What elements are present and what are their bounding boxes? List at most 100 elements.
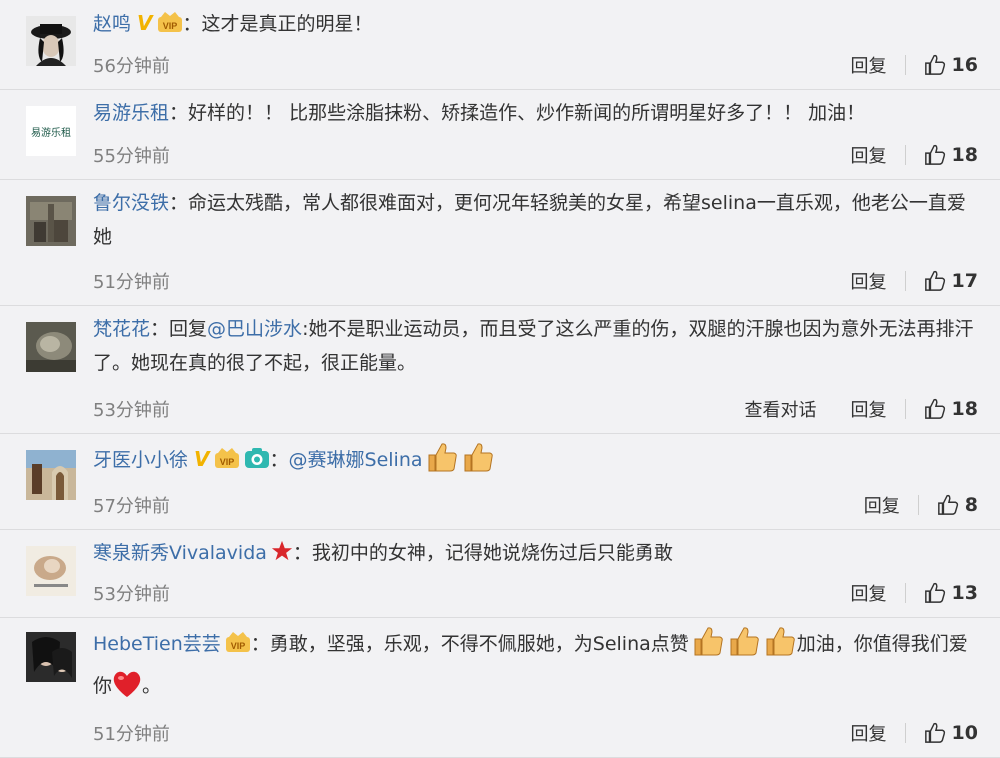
vip-crown-icon: VIP — [157, 10, 183, 44]
comment-item: 牙医小小徐 V VIP ：@赛琳娜Selina 57分钟前 回复 8 — [0, 434, 1000, 530]
like-count: 13 — [951, 582, 978, 604]
timestamp: 53分钟前 — [93, 400, 170, 421]
reply-button[interactable]: 回复 — [851, 396, 887, 422]
comment-text: 我初中的女神，记得她说烧伤过后只能勇敢 — [311, 542, 673, 564]
thumbs-up-icon — [924, 144, 952, 166]
like-button[interactable]: 16 — [924, 54, 978, 76]
thumbs-up-icon — [937, 494, 965, 516]
like-count: 17 — [951, 270, 978, 292]
comment-item: 鲁尔没铁：命运太残酷，常人都很难面对，更何况年轻貌美的女星，希望selina一直… — [0, 180, 1000, 306]
thumbs-up-icon — [924, 582, 952, 604]
divider — [904, 583, 906, 603]
avatar[interactable] — [26, 632, 76, 682]
avatar[interactable] — [26, 450, 76, 500]
reply-button[interactable]: 回复 — [851, 580, 887, 606]
divider — [904, 145, 906, 165]
timestamp: 57分钟前 — [93, 496, 170, 517]
timestamp: 51分钟前 — [93, 724, 170, 745]
avatar[interactable] — [26, 16, 76, 66]
comment-item: 易游乐租 易游乐租：好样的！！ 比那些涂脂抹粉、矫揉造作、炒作新闻的所谓明星好多了… — [0, 90, 1000, 180]
divider — [917, 495, 919, 515]
like-count: 18 — [951, 398, 978, 420]
comment-text: 回复 — [169, 318, 208, 340]
comment-actions: 回复 16 — [817, 52, 978, 78]
comment-actions: 回复 17 — [817, 268, 978, 294]
avatar[interactable]: 易游乐租 — [26, 106, 76, 156]
username-link[interactable]: 易游乐租 — [93, 102, 169, 124]
comment-body: HebeTien芸芸 VIP ：勇敢，坚强，乐观，不得不佩服她，为Selina点赞加… — [93, 624, 978, 709]
username-link[interactable]: 赵鸣 — [93, 13, 131, 35]
divider — [904, 55, 906, 75]
avatar[interactable] — [26, 546, 76, 596]
thumbs-up-icon — [924, 398, 952, 420]
timestamp: 53分钟前 — [93, 584, 170, 605]
username-link[interactable]: 鲁尔没铁 — [93, 192, 169, 214]
reply-button[interactable]: 回复 — [851, 268, 887, 294]
username-link[interactable]: 牙医小小徐 — [93, 449, 188, 471]
avatar[interactable] — [26, 196, 76, 246]
reply-button[interactable]: 回复 — [851, 720, 887, 746]
thumbs-up-icon — [924, 54, 952, 76]
comment-body: 鲁尔没铁：命运太残酷，常人都很难面对，更何况年轻貌美的女星，希望selina一直… — [93, 186, 978, 254]
svg-text:VIP: VIP — [231, 641, 246, 651]
mention-link[interactable]: @赛琳娜Selina — [289, 449, 423, 471]
colon-separator: ： — [182, 13, 202, 35]
avatar-text: 易游乐租 — [31, 126, 71, 139]
like-count: 8 — [964, 494, 978, 516]
like-button[interactable]: 17 — [924, 270, 978, 292]
divider — [904, 723, 906, 743]
like-button[interactable]: 13 — [924, 582, 978, 604]
reply-button[interactable]: 回复 — [851, 142, 887, 168]
comment-body: 牙医小小徐 V VIP ：@赛琳娜Selina — [93, 440, 978, 485]
comment-actions: 回复 10 — [817, 720, 978, 746]
colon-separator: ： — [150, 318, 170, 340]
thumbs-up-emoji-icon — [727, 624, 761, 669]
divider — [904, 271, 906, 291]
comment-meta: 51分钟前 回复 17 — [93, 268, 978, 298]
colon-separator: ： — [269, 449, 289, 471]
reply-button[interactable]: 回复 — [864, 492, 900, 518]
camera-icon — [244, 446, 270, 480]
comment-meta: 53分钟前 查看对话 回复 18 — [93, 396, 978, 426]
comment-actions: 查看对话 回复 18 — [711, 396, 978, 422]
comment-actions: 回复 13 — [817, 580, 978, 606]
divider — [904, 399, 906, 419]
verified-v-icon: V — [194, 447, 210, 471]
view-conversation-link[interactable]: 查看对话 — [745, 396, 817, 422]
reply-button[interactable]: 回复 — [851, 52, 887, 78]
svg-text:VIP: VIP — [162, 21, 177, 31]
comment-body: 易游乐租：好样的！！ 比那些涂脂抹粉、矫揉造作、炒作新闻的所谓明星好多了！！ 加… — [93, 96, 978, 130]
thumbs-up-emoji-icon — [425, 440, 459, 485]
username-link[interactable]: HebeTien芸芸 — [93, 633, 221, 655]
comment-text: 这才是真正的明星！ — [201, 13, 373, 35]
like-button[interactable]: 18 — [924, 144, 978, 166]
thumbs-up-icon — [924, 722, 952, 744]
comment-actions: 回复 18 — [817, 142, 978, 168]
like-button[interactable]: 18 — [924, 398, 978, 420]
comment-meta: 53分钟前 回复 13 — [93, 580, 978, 610]
comment-meta: 51分钟前 回复 10 — [93, 720, 978, 750]
comment-text: 勇敢，坚强，乐观，不得不佩服她，为Selina点赞 — [269, 633, 689, 655]
comment-meta: 55分钟前 回复 18 — [93, 142, 978, 172]
mention-link[interactable]: @巴山涉水 — [207, 318, 302, 340]
comment-item: 寒泉新秀Vivalavida ：我初中的女神，记得她说烧伤过后只能勇敢 53分钟前 回… — [0, 530, 1000, 618]
verified-v-icon: V — [137, 11, 153, 35]
comment-actions: 回复 8 — [830, 492, 978, 518]
like-count: 18 — [951, 144, 978, 166]
like-button[interactable]: 8 — [937, 494, 978, 516]
star-icon — [271, 539, 293, 573]
colon-separator: ： — [250, 633, 270, 655]
avatar[interactable] — [26, 322, 76, 372]
thumbs-up-icon — [924, 270, 952, 292]
vip-crown-icon: VIP — [214, 446, 240, 480]
vip-crown-icon: VIP — [225, 630, 251, 664]
comment-list: 赵鸣 V VIP ：这才是真正的明星！ 56分钟前 回复 16 易游乐租 易游乐租：好样的！！ … — [0, 0, 1000, 758]
username-link[interactable]: 寒泉新秀Vivalavida — [93, 542, 267, 564]
like-button[interactable]: 10 — [924, 722, 978, 744]
comment-text: 好样的！！ 比那些涂脂抹粉、矫揉造作、炒作新闻的所谓明星好多了！！ 加油！ — [188, 102, 866, 124]
comment-text: 命运太残酷，常人都很难面对，更何况年轻貌美的女星，希望selina一直乐观，他老… — [93, 192, 966, 248]
username-link[interactable]: 梵花花 — [93, 318, 150, 340]
comment-body: 赵鸣 V VIP ：这才是真正的明星！ — [93, 6, 978, 44]
timestamp: 56分钟前 — [93, 56, 170, 77]
comment-meta: 57分钟前 回复 8 — [93, 492, 978, 522]
